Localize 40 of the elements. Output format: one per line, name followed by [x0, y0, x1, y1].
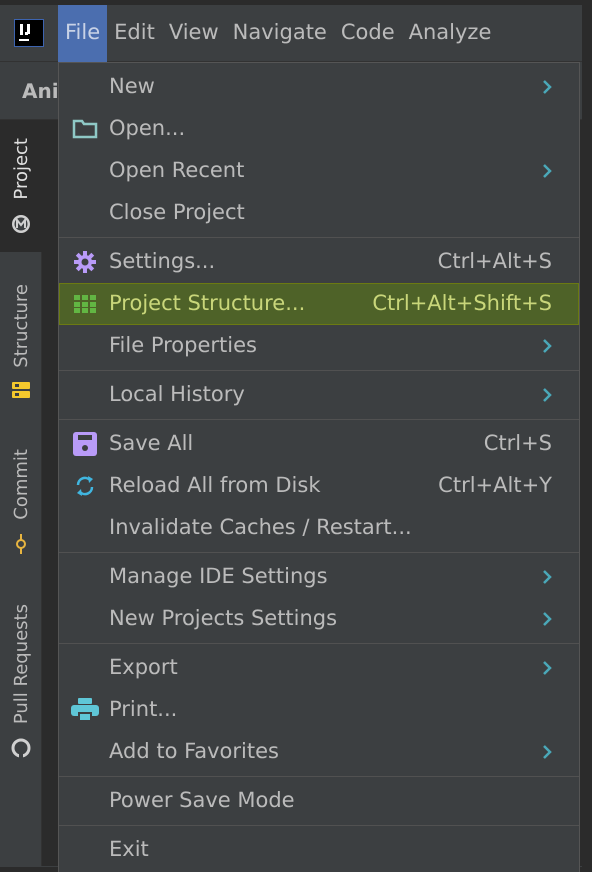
menu-item[interactable]: Close Project	[59, 192, 579, 234]
tool-window-tab[interactable]: Commit	[0, 431, 42, 572]
folder-icon	[72, 119, 98, 139]
shortcut-label: Ctrl+Alt+Y	[438, 472, 552, 500]
menu-item[interactable]: Reload All from Disk Ctrl+Alt+Y	[59, 465, 579, 507]
structure-icon	[11, 381, 31, 400]
editor-tab[interactable]: Ani	[22, 76, 59, 106]
menu-item[interactable]: Manage IDE Settings	[59, 556, 579, 598]
shortcut-label: Ctrl+S	[484, 430, 552, 458]
menu-bar-item[interactable]: Code	[334, 4, 402, 62]
menu-item[interactable]: File Properties	[59, 325, 579, 367]
menu-item[interactable]: Export	[59, 647, 579, 689]
menu-item[interactable]: New Projects Settings	[59, 598, 579, 640]
shortcut-label: Ctrl+Alt+S	[438, 248, 552, 276]
menu-item[interactable]: Add to Favorites	[59, 731, 579, 773]
tool-window-tab[interactable]: Pull Requests	[0, 586, 42, 776]
shortcut-label: Ctrl+Alt+Shift+S	[372, 290, 552, 318]
menu-item[interactable]: Print...	[59, 689, 579, 731]
menu-item[interactable]: Project Structure... Ctrl+Alt+Shift+S	[59, 283, 579, 325]
menu-bar-item[interactable]: Edit	[107, 4, 162, 62]
menu-item[interactable]: Exit	[59, 829, 579, 871]
menu-item[interactable]: Invalidate Caches / Restart...	[59, 507, 579, 549]
printer-icon	[70, 698, 98, 722]
grid-icon	[74, 295, 96, 313]
menu-item[interactable]: Local History	[59, 374, 579, 416]
menu-item[interactable]: Save All Ctrl+S	[59, 423, 579, 465]
menu-item[interactable]: Open Recent	[59, 150, 579, 192]
tool-window-tab[interactable]: Project	[0, 120, 42, 252]
menu-item[interactable]: Settings... Ctrl+Alt+S	[59, 241, 579, 283]
menu-bar-item[interactable]: Navigate	[226, 4, 334, 62]
settings-icon	[72, 250, 96, 274]
menu-item[interactable]: Open...	[59, 108, 579, 150]
tool-window-tab[interactable]: Structure	[0, 266, 42, 418]
menu-item[interactable]: New	[59, 66, 579, 108]
app-logo-icon	[14, 19, 44, 47]
menu-bar-item[interactable]: File	[58, 4, 108, 62]
commit-icon	[14, 534, 28, 554]
menu-item[interactable]: Power Save Mode	[59, 780, 579, 822]
menu-bar-item[interactable]: View	[162, 4, 226, 62]
menu-bar-item[interactable]: Analyze	[402, 4, 498, 62]
